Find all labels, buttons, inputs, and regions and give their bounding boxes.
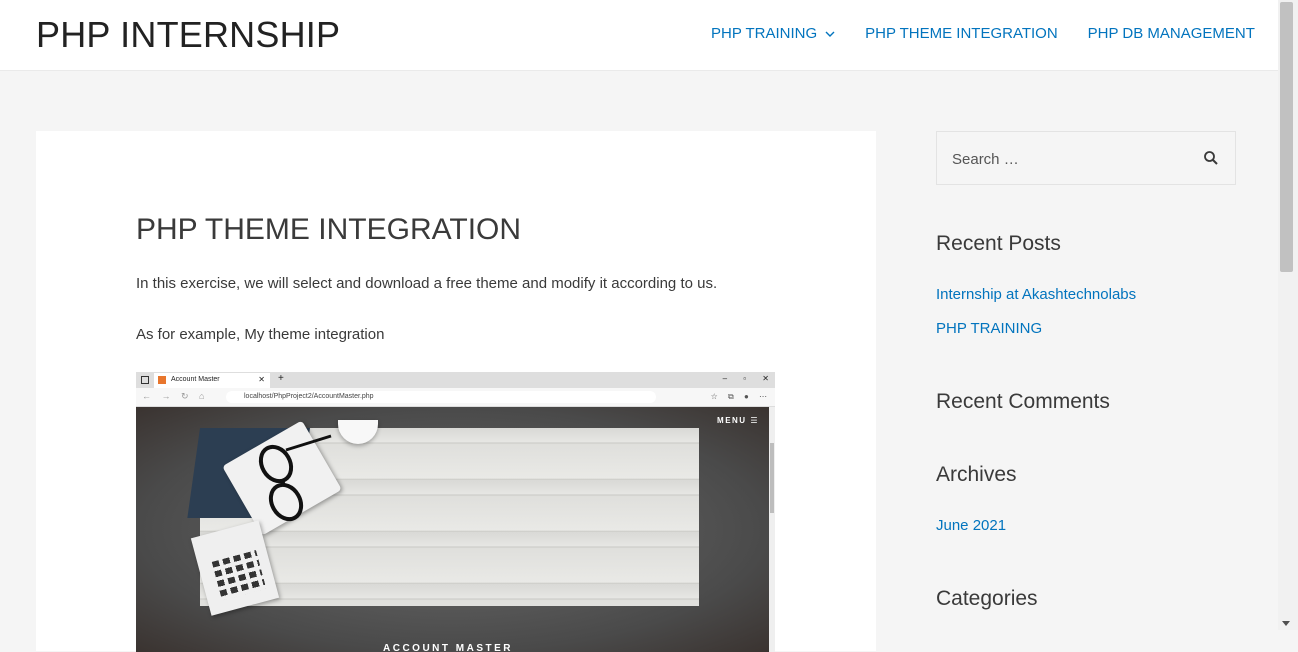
site-header: PHP INTERNSHIP PHP TRAINING PHP THEME IN… [0, 0, 1278, 71]
window-controls-icon: – ▫ ✕ [722, 374, 769, 383]
browser-tab-bar: Account Master ✕ + – ▫ ✕ [136, 372, 775, 388]
nav-item-php-db-management[interactable]: PHP DB MANAGEMENT [1088, 25, 1255, 42]
address-field: localhost/PhpProject2/AccountMaster.php [226, 391, 656, 403]
article-paragraph: In this exercise, we will select and dow… [136, 275, 718, 292]
search-form [936, 131, 1236, 185]
recent-post-link[interactable]: PHP TRAINING [936, 320, 1042, 337]
plus-icon: + [278, 373, 284, 384]
browser-toolbar-icons: ☆ ⧉ ● ⋯ [710, 392, 767, 401]
browser-address-bar: ← → ↻ ⌂ localhost/PhpProject2/AccountMas… [136, 388, 775, 407]
theme-screenshot-image: Account Master ✕ + – ▫ ✕ ← → ↻ ⌂ localho… [136, 372, 775, 652]
main-nav: PHP TRAINING PHP THEME INTEGRATION PHP D… [711, 25, 1255, 42]
recent-post-link[interactable]: Internship at Akashtechnolabs [936, 286, 1136, 303]
address-url: localhost/PhpProject2/AccountMaster.php [244, 393, 374, 400]
browser-nav-icons: ← → ↻ ⌂ [142, 391, 205, 401]
close-icon: ✕ [258, 375, 265, 384]
widget-title-categories: Categories [936, 587, 1038, 610]
archive-link[interactable]: June 2021 [936, 517, 1006, 534]
scroll-down-arrow-icon[interactable] [1282, 621, 1290, 626]
search-input[interactable] [938, 133, 1194, 185]
widget-title-archives: Archives [936, 463, 1017, 486]
calculator-shape [190, 520, 280, 616]
article-paragraph: As for example, My theme integration [136, 326, 385, 343]
hero-menu-label: MENU ☰ [717, 416, 759, 425]
nav-item-label: PHP DB MANAGEMENT [1087, 25, 1255, 42]
window-icon [141, 376, 149, 384]
search-icon[interactable] [1203, 150, 1219, 166]
calculator-keys [211, 549, 267, 601]
site-title[interactable]: PHP INTERNSHIP [36, 14, 340, 56]
chevron-down-icon [825, 31, 835, 37]
browser-tab: Account Master ✕ [154, 373, 270, 388]
nav-item-label: PHP TRAINING [711, 25, 818, 42]
article-card: PHP THEME INTEGRATION In this exercise, … [36, 131, 876, 652]
desk-photo [187, 420, 699, 616]
widget-title-recent-posts: Recent Posts [936, 232, 1061, 255]
nav-item-label: PHP THEME INTEGRATION [865, 25, 1058, 42]
theme-hero: MENU ☰ ACCOUNT MASTER [136, 407, 769, 652]
hero-title: ACCOUNT MASTER [383, 643, 513, 652]
nav-item-php-theme-integration[interactable]: PHP THEME INTEGRATION [865, 25, 1058, 42]
favicon-icon [158, 376, 166, 384]
inner-scrollbar [769, 407, 775, 652]
browser-tab-label: Account Master [171, 376, 220, 383]
widget-title-recent-comments: Recent Comments [936, 390, 1110, 413]
glasses-icon [258, 434, 332, 522]
scroll-thumb[interactable] [1280, 2, 1293, 272]
nav-item-php-training[interactable]: PHP TRAINING [711, 25, 835, 42]
article-title: PHP THEME INTEGRATION [136, 213, 522, 246]
inner-scroll-thumb [770, 443, 774, 513]
page-scrollbar[interactable] [1278, 0, 1298, 630]
